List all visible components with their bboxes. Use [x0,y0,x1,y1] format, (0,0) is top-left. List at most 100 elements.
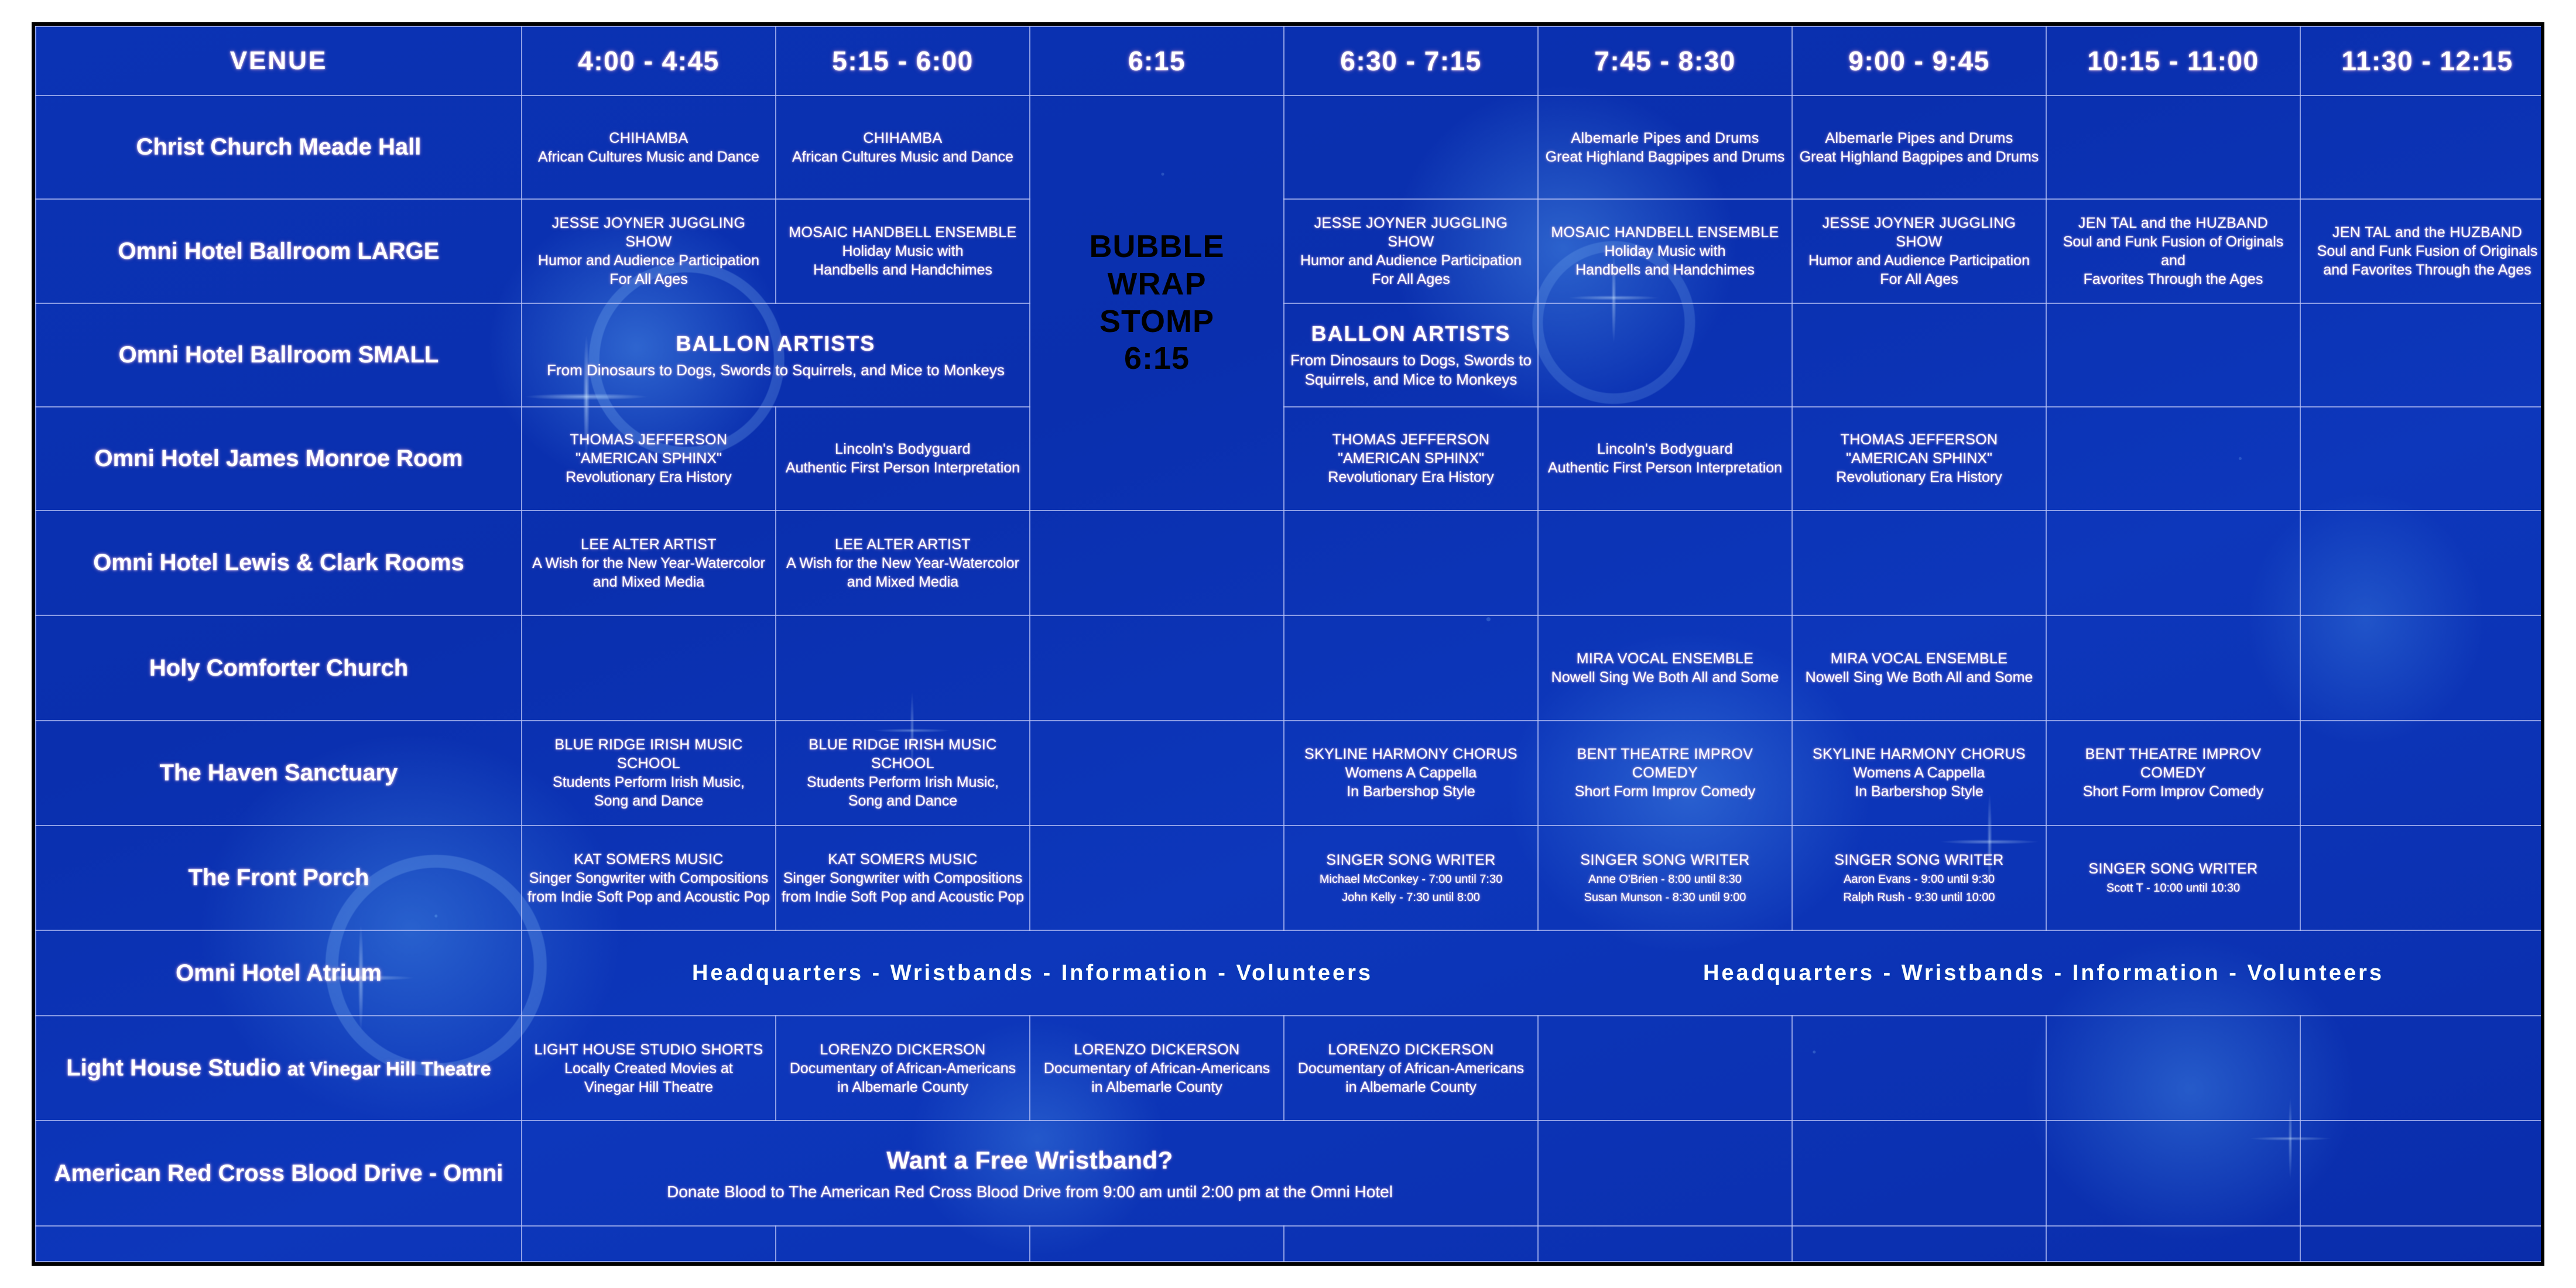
event-cell-empty[interactable] [2300,510,2541,616]
event-cell[interactable]: Albemarle Pipes and Drums Great Highland… [1537,95,1793,200]
blood-drive-promo[interactable]: Want a Free Wristband? Donate Blood to T… [521,1120,1539,1227]
event-cell[interactable]: JESSE JOYNER JUGGLING SHOW Humor and Aud… [521,198,776,304]
event-cell[interactable]: THOMAS JEFFERSON "AMERICAN SPHINX" Revol… [1791,406,2047,512]
event-cell-empty[interactable] [1791,1015,2047,1122]
event-cell[interactable]: JEN TAL and the HUZBAND Soul and Funk Fu… [2300,198,2541,304]
event-title: BLUE RIDGE IRISH MUSIC SCHOOL [554,737,743,772]
event-cell[interactable]: MIRA VOCAL ENSEMBLE Nowell Sing We Both … [1537,615,1793,721]
event-cell-empty[interactable] [1283,510,1539,616]
event-cell-empty[interactable] [2046,302,2301,407]
event-cell-empty[interactable] [1537,302,1793,407]
event-cell-empty[interactable] [1283,95,1539,200]
event-cell[interactable]: KAT SOMERS MUSIC Singer Songwriter with … [521,825,776,931]
footer-cell [521,1225,776,1262]
venue-label-james-monroe: Omni Hotel James Monroe Room [35,406,522,512]
event-cell-ballon-artists-2[interactable]: BALLON ARTISTS From Dinosaurs to Dogs, S… [1283,302,1539,407]
event-subtitle: A Wish for the New Year-Watercolor [786,554,1019,571]
event-cell[interactable]: CHIHAMBA African Cultures Music and Danc… [775,95,1030,200]
event-cell-empty[interactable] [1029,615,1284,721]
column-header-time-3: 6:15 [1029,26,1284,97]
event-subtitle: Womens A Cappella [1853,765,1985,782]
event-cell-empty[interactable] [1283,615,1539,721]
event-cell[interactable]: SINGER SONG WRITER Anne O'Brien - 8:00 u… [1537,825,1793,931]
event-cell-empty[interactable] [2046,406,2301,512]
event-cell-empty[interactable] [775,615,1030,721]
event-cell-empty[interactable] [2300,615,2541,721]
event-cell[interactable]: LEE ALTER ARTIST A Wish for the New Year… [775,510,1030,616]
event-subtitle: Students Perform Irish Music, [553,774,745,791]
event-cell[interactable]: Albemarle Pipes and Drums Great Highland… [1791,95,2047,200]
event-title: SKYLINE HARMONY CHORUS [1304,746,1517,763]
event-cell[interactable]: BENT THEATRE IMPROV COMEDY Short Form Im… [1537,720,1793,827]
event-cell[interactable]: LIGHT HOUSE STUDIO SHORTS Locally Create… [521,1015,776,1122]
event-subtitle: From Dinosaurs to Dogs, Swords to [1290,351,1532,369]
event-cell-empty[interactable] [2046,510,2301,616]
event-cell[interactable]: JESSE JOYNER JUGGLING SHOW Humor and Aud… [1791,198,2047,304]
event-cell-empty[interactable] [2300,95,2541,200]
event-cell-ballon-artists[interactable]: BALLON ARTISTS From Dinosaurs to Dogs, S… [521,302,1030,407]
event-cell[interactable]: MOSAIC HANDBELL ENSEMBLE Holiday Music w… [775,198,1030,304]
event-cell-empty[interactable] [2046,615,2301,721]
event-cell-empty[interactable] [1029,720,1284,827]
event-subtitle-2: from Indie Soft Pop and Acoustic Pop [527,888,770,905]
event-cell[interactable]: SKYLINE HARMONY CHORUS Womens A Cappella… [1283,720,1539,827]
event-cell[interactable]: BLUE RIDGE IRISH MUSIC SCHOOL Students P… [521,720,776,827]
event-title: CHIHAMBA [609,129,688,146]
event-cell[interactable]: JESSE JOYNER JUGGLING SHOW Humor and Aud… [1283,198,1539,304]
event-cell[interactable]: LORENZO DICKERSON Documentary of African… [1029,1015,1284,1122]
footer-cell [2300,1225,2541,1262]
column-header-time-1: 4:00 - 4:45 [521,26,776,97]
featured-event-bubble-wrap-stomp[interactable]: BUBBLE WRAP STOMP 6:15 [1029,95,1284,512]
event-cell-empty[interactable] [2300,302,2541,407]
event-cell[interactable]: BENT THEATRE IMPROV COMEDY Short Form Im… [2046,720,2301,827]
footer-cell [1283,1225,1539,1262]
event-cell[interactable]: LORENZO DICKERSON Documentary of African… [775,1015,1030,1122]
event-cell-empty[interactable] [1537,1015,1793,1122]
venue-label-front-porch: The Front Porch [35,825,522,931]
event-title: SINGER SONG WRITER [1326,851,1496,868]
event-title: THOMAS JEFFERSON [570,431,728,448]
event-title: THOMAS JEFFERSON [1332,431,1490,448]
event-cell[interactable]: SKYLINE HARMONY CHORUS Womens A Cappella… [1791,720,2047,827]
event-cell-empty[interactable] [2300,720,2541,827]
event-cell[interactable]: KAT SOMERS MUSIC Singer Songwriter with … [775,825,1030,931]
event-cell[interactable]: THOMAS JEFFERSON "AMERICAN SPHINX" Revol… [1283,406,1539,512]
featured-line-4: 6:15 [1123,341,1190,376]
event-cell[interactable]: SINGER SONG WRITER Michael McConkey - 7:… [1283,825,1539,931]
event-cell-empty[interactable] [2300,406,2541,512]
event-cell[interactable]: CHIHAMBA African Cultures Music and Danc… [521,95,776,200]
event-cell-empty[interactable] [1791,510,2047,616]
event-cell[interactable]: Lincoln's Bodyguard Authentic First Pers… [775,406,1030,512]
event-cell-empty[interactable] [1537,510,1793,616]
event-cell-empty[interactable] [1791,302,2047,407]
atrium-info-banner[interactable]: Headquarters - Wristbands - Information … [521,930,2541,1017]
event-cell-empty[interactable] [1537,1120,1793,1227]
event-cell-empty[interactable] [1029,510,1284,616]
event-cell-empty[interactable] [2046,1015,2301,1122]
event-cell[interactable]: THOMAS JEFFERSON "AMERICAN SPHINX" Revol… [521,406,776,512]
event-cell[interactable]: SINGER SONG WRITER Scott T - 10:00 until… [2046,825,2301,931]
event-cell[interactable]: MOSAIC HANDBELL ENSEMBLE Holiday Music w… [1537,198,1793,304]
event-cell-empty[interactable] [521,615,776,721]
event-cell[interactable]: LORENZO DICKERSON Documentary of African… [1283,1015,1539,1122]
event-cell[interactable]: Lincoln's Bodyguard Authentic First Pers… [1537,406,1793,512]
event-cell-empty[interactable] [2046,1120,2301,1227]
event-cell-empty[interactable] [2300,1120,2541,1227]
event-cell[interactable]: MIRA VOCAL ENSEMBLE Nowell Sing We Both … [1791,615,2047,721]
event-cell-empty[interactable] [1791,1120,2047,1227]
event-subtitle: Documentary of African-Americans [789,1060,1016,1077]
event-cell-empty[interactable] [2300,1015,2541,1122]
event-cell-empty[interactable] [2046,95,2301,200]
event-title: SKYLINE HARMONY CHORUS [1813,746,2026,763]
event-cell[interactable]: LEE ALTER ARTIST A Wish for the New Year… [521,510,776,616]
event-cell[interactable]: JEN TAL and the HUZBAND Soul and Funk Fu… [2046,198,2301,304]
event-cell[interactable]: BLUE RIDGE IRISH MUSIC SCHOOL Students P… [775,720,1030,827]
event-title: MOSAIC HANDBELL ENSEMBLE [1551,224,1779,241]
event-subtitle-2: For All Ages [1372,271,1450,287]
performer-slot-2: Ralph Rush - 9:30 until 10:00 [1843,890,1995,904]
schedule-row-haven-sanctuary: The Haven Sanctuary BLUE RIDGE IRISH MUS… [35,720,2541,827]
event-cell-empty[interactable] [2300,825,2541,931]
event-cell-empty[interactable] [1029,825,1284,931]
event-cell[interactable]: SINGER SONG WRITER Aaron Evans - 9:00 un… [1791,825,2047,931]
event-subtitle-2: and Favorites Through the Ages [2323,262,2532,278]
